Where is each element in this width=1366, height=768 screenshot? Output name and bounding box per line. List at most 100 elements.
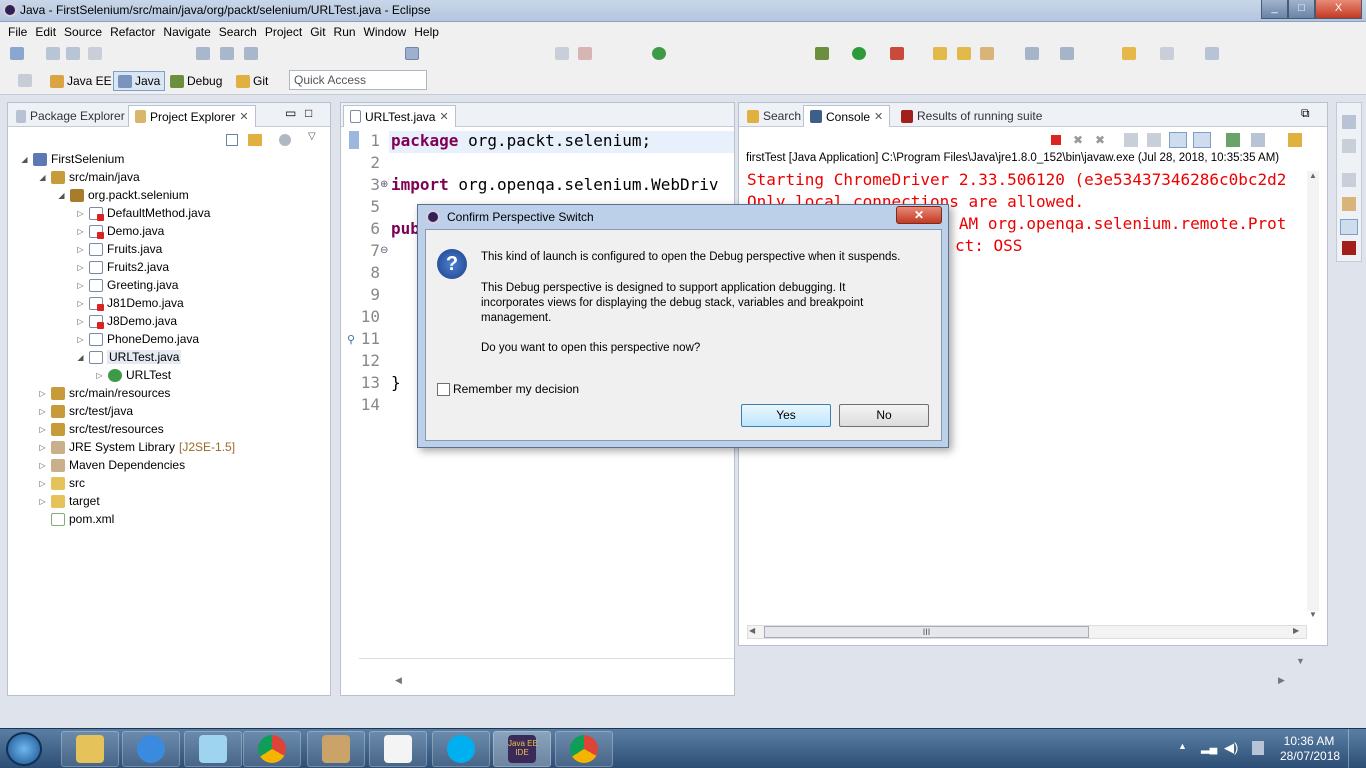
previous-annotation-icon[interactable] (1060, 47, 1074, 60)
tree-item-urltest-class[interactable]: ▷ URLTest (95, 366, 171, 384)
breakpoint-icon[interactable]: ⚲ (347, 333, 355, 346)
tab-results[interactable]: Results of running suite (895, 105, 1048, 127)
menu-navigate[interactable]: Navigate (159, 23, 214, 41)
dialog-close-button[interactable]: ✕ (896, 206, 942, 224)
menu-refactor[interactable]: Refactor (106, 23, 159, 41)
new-java-class-icon[interactable] (652, 47, 666, 60)
link-with-editor-icon[interactable] (248, 134, 262, 146)
taskbar-chrome[interactable] (243, 731, 301, 767)
taskbar-chrome-2[interactable] (555, 731, 613, 767)
task-repository-icon[interactable] (1342, 197, 1356, 211)
tree-item-src-test-java[interactable]: ▷ src/test/java (38, 402, 133, 420)
console-scroll-left-icon[interactable]: ◀ (749, 626, 755, 635)
quick-access-input[interactable]: Quick Access (289, 70, 427, 90)
tree-item-fruits[interactable]: ▷ Fruits.java (76, 240, 162, 258)
perspective-java-ee[interactable]: Java EE (46, 71, 116, 91)
taskbar-clock[interactable]: 10:36 AM 28/07/2018 (1280, 734, 1340, 764)
editor-scroll-left-icon[interactable]: ◀ (395, 675, 402, 686)
tree-item-src-test-resources[interactable]: ▷ src/test/resources (38, 420, 163, 438)
open-console-icon[interactable] (1288, 133, 1302, 147)
terminate-icon[interactable] (578, 47, 592, 60)
word-wrap-icon[interactable] (244, 47, 258, 60)
collapse-all-icon[interactable] (226, 134, 238, 146)
print-icon[interactable] (88, 47, 102, 60)
maximize-button[interactable]: □ (1288, 0, 1315, 19)
taskbar-paint[interactable] (307, 731, 365, 767)
minimize-button[interactable]: _ (1261, 0, 1288, 19)
filters-icon[interactable] (279, 134, 291, 146)
task-list-icon[interactable] (1342, 139, 1356, 153)
menu-search[interactable]: Search (215, 23, 261, 41)
console-scroll-right-icon[interactable]: ▶ (1293, 626, 1299, 635)
tree-item-package[interactable]: ◢ org.packt.selenium (57, 186, 188, 204)
tree-item-greeting[interactable]: ▷ Greeting.java (76, 276, 178, 294)
console-trim-icon[interactable] (1340, 219, 1358, 235)
tree-item-src-main-java[interactable]: ◢ src/main/java (38, 168, 139, 186)
tree-item-target[interactable]: ▷ target (38, 492, 99, 510)
restore-icon[interactable] (1342, 115, 1356, 129)
next-annotation-icon[interactable] (1025, 47, 1039, 60)
run-icon[interactable] (852, 47, 866, 60)
tree-item-fruits2[interactable]: ▷ Fruits2.java (76, 258, 169, 276)
taskbar-explorer[interactable] (61, 731, 119, 767)
show-hidden-icons[interactable]: ▲ (1178, 741, 1187, 751)
maximize-view-icon[interactable]: □ (305, 106, 312, 120)
menu-git[interactable]: Git (306, 23, 329, 41)
tree-item-jre-library[interactable]: ▷ JRE System Library [J2SE-1.5] (38, 438, 235, 456)
close-tab-icon[interactable]: ✕ (239, 110, 248, 123)
tree-item-demo[interactable]: ▷ Demo.java (76, 222, 164, 240)
remember-decision-checkbox[interactable] (437, 383, 450, 396)
forward-icon[interactable] (1160, 47, 1174, 60)
block-selection-icon[interactable] (405, 47, 419, 60)
menu-source[interactable]: Source (60, 23, 106, 41)
open-type-icon[interactable] (933, 47, 947, 60)
tree-item-phone-demo[interactable]: ▷ PhoneDemo.java (76, 330, 199, 348)
menu-project[interactable]: Project (261, 23, 306, 41)
remove-all-icon[interactable]: ✖ (1095, 133, 1105, 147)
tree-item-j81demo[interactable]: ▷ J81Demo.java (76, 294, 184, 312)
remove-launch-icon[interactable]: ✖ (1073, 133, 1083, 147)
menu-edit[interactable]: Edit (31, 23, 60, 41)
editor-scroll-down-icon[interactable]: ▼ (1296, 656, 1305, 666)
tab-package-explorer[interactable]: Package Explorer (10, 105, 131, 127)
new-icon[interactable] (10, 47, 24, 60)
mark-occurrences-icon[interactable] (220, 47, 234, 60)
fold-collapse-icon[interactable]: ⊖ (380, 245, 388, 256)
tree-item-src[interactable]: ▷ src (38, 474, 85, 492)
tab-urltest-java[interactable]: URLTest.java ✕ (343, 105, 456, 127)
show-stderr-icon[interactable] (1193, 132, 1211, 148)
debug-icon[interactable] (815, 47, 829, 60)
save-all-icon[interactable] (66, 47, 80, 60)
coverage-icon[interactable] (890, 47, 904, 60)
close-tab-icon[interactable]: ✕ (439, 110, 448, 123)
volume-icon[interactable]: ◀) (1224, 740, 1238, 756)
show-desktop-button[interactable] (1348, 729, 1366, 768)
taskbar-skype[interactable] (432, 731, 490, 767)
clear-console-icon[interactable] (1124, 133, 1138, 147)
testng-trim-icon[interactable] (1342, 241, 1356, 255)
pin-console-icon[interactable] (1226, 133, 1240, 147)
tree-item-maven-dependencies[interactable]: ▷ Maven Dependencies (38, 456, 185, 474)
console-scroll-down-icon[interactable]: ▼ (1309, 610, 1317, 619)
taskbar-eclipse[interactable]: Java EE IDE (493, 731, 551, 767)
tab-search[interactable]: Search (741, 105, 807, 127)
no-button[interactable]: No (839, 404, 929, 427)
menu-window[interactable]: Window (360, 23, 411, 41)
perspective-java[interactable]: Java (113, 71, 166, 91)
tree-item-first-selenium[interactable]: ◢ FirstSelenium (20, 150, 124, 168)
console-hscroll-thumb[interactable]: III (764, 626, 1089, 638)
tab-project-explorer[interactable]: Project Explorer ✕ (128, 105, 256, 127)
view-menu-icon[interactable]: ▽ (308, 131, 316, 142)
close-tab-icon[interactable]: ✕ (874, 110, 883, 123)
search-toolbar-icon[interactable] (980, 47, 994, 60)
open-perspective-icon[interactable] (18, 74, 32, 87)
pin-editor-icon[interactable] (1205, 47, 1219, 60)
tree-item-pom[interactable]: pom.xml (38, 510, 114, 528)
perspective-debug[interactable]: Debug (166, 71, 226, 91)
menu-run[interactable]: Run (330, 23, 360, 41)
fold-expand-icon[interactable]: ⊕ (380, 179, 388, 190)
tree-item-src-main-resources[interactable]: ▷ src/main/resources (38, 384, 170, 402)
save-icon[interactable] (46, 47, 60, 60)
tab-console[interactable]: Console ✕ (803, 105, 891, 127)
menu-help[interactable]: Help (410, 23, 443, 41)
